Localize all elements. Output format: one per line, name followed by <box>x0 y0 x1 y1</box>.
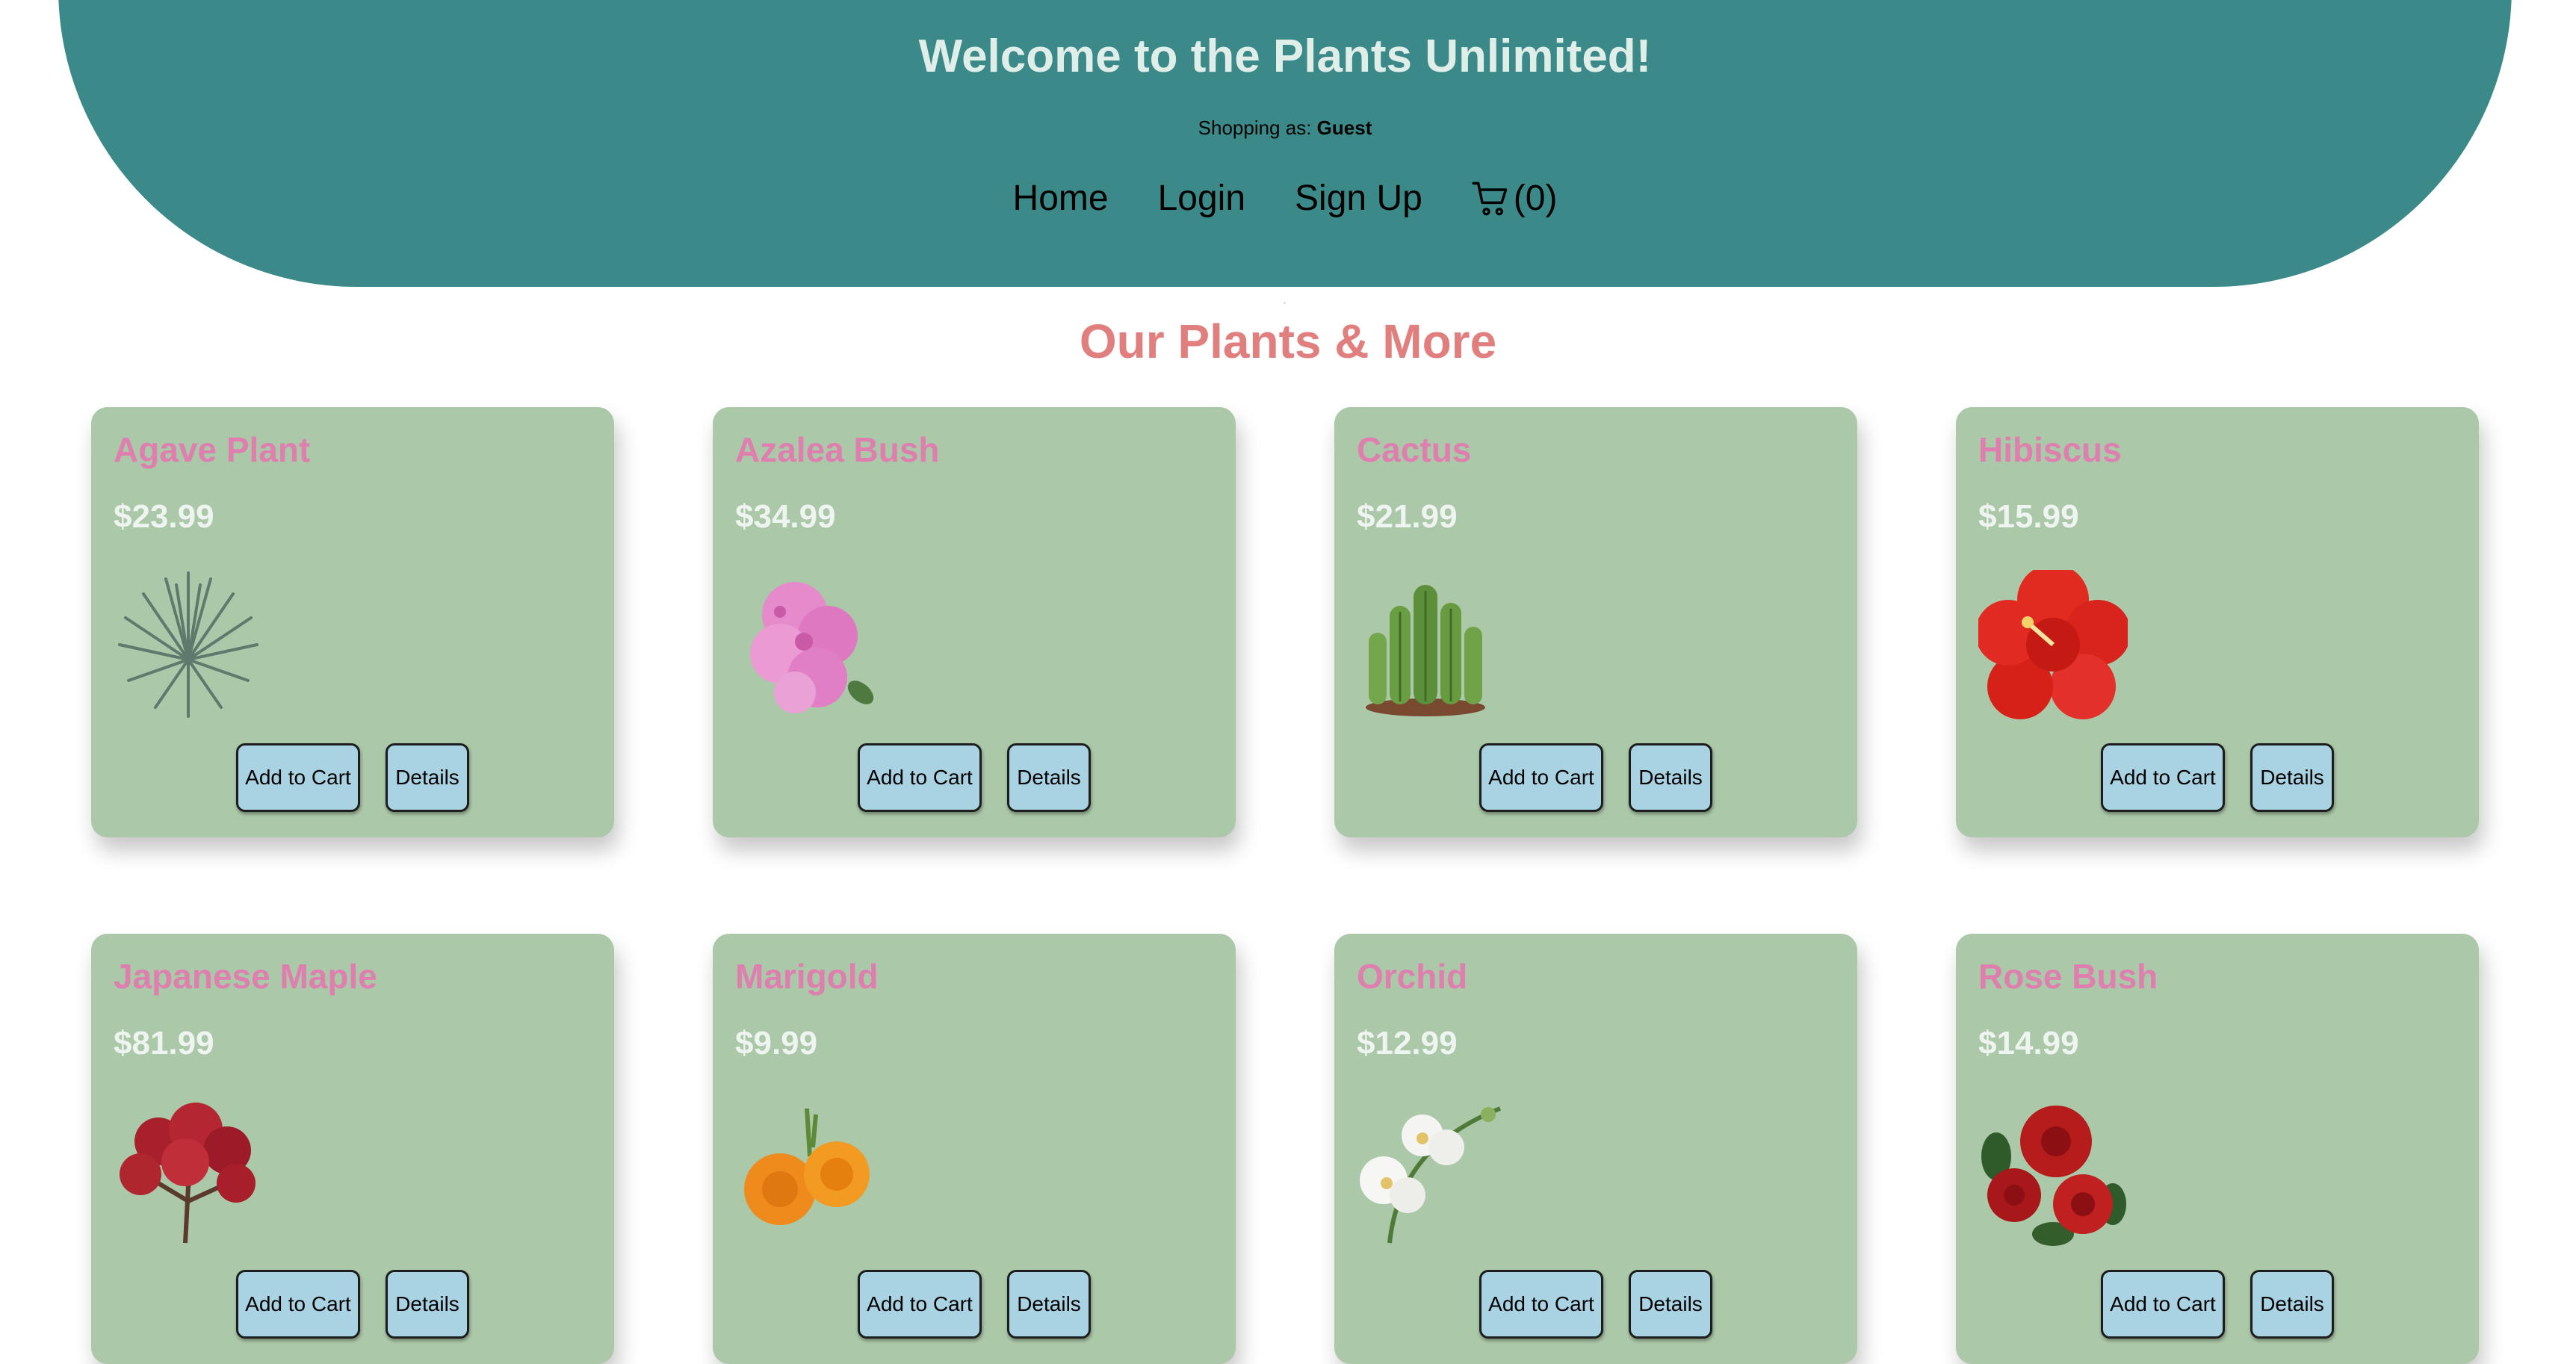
details-button[interactable]: Details <box>1629 743 1712 812</box>
product-card-orchid: Orchid $12.99 Add to Cart Details <box>1334 934 1857 1364</box>
hibiscus-image <box>1978 570 2128 719</box>
nav-login-link[interactable]: Login <box>1158 178 1245 219</box>
product-price: $15.99 <box>1978 498 2079 535</box>
product-name: Cactus <box>1357 430 1472 469</box>
add-to-cart-button[interactable]: Add to Cart <box>1479 1270 1603 1339</box>
add-to-cart-button[interactable]: Add to Cart <box>858 1270 982 1339</box>
product-card-japanese-maple: Japanese Maple $81.99 Add to Cart Detail… <box>91 934 614 1364</box>
product-name: Japanese Maple <box>114 957 377 996</box>
cart-count: (0) <box>1513 179 1558 218</box>
details-button[interactable]: Details <box>2250 743 2334 812</box>
shopping-user: Guest <box>1316 117 1372 139</box>
details-button[interactable]: Details <box>386 1270 469 1339</box>
product-price: $81.99 <box>114 1025 214 1061</box>
shopping-cart-icon <box>1472 182 1508 216</box>
shopping-as-text: Shopping as: Guest <box>58 117 2512 140</box>
site-header: Welcome to the Plants Unlimited! Shoppin… <box>58 0 2512 287</box>
details-button[interactable]: Details <box>1629 1270 1712 1339</box>
details-button[interactable]: Details <box>1007 743 1091 812</box>
add-to-cart-button[interactable]: Add to Cart <box>236 743 360 812</box>
nav-home-link[interactable]: Home <box>1013 178 1109 219</box>
azalea-bush-image <box>750 582 874 713</box>
product-price: $12.99 <box>1357 1025 1458 1061</box>
nav-signup-link[interactable]: Sign Up <box>1295 178 1422 219</box>
orchid-image <box>1360 1106 1502 1244</box>
product-name: Rose Bush <box>1978 957 2158 996</box>
product-card-marigold: Marigold $9.99 Add to Cart Details <box>713 934 1236 1364</box>
add-to-cart-button[interactable]: Add to Cart <box>236 1270 360 1339</box>
product-name: Marigold <box>735 957 879 996</box>
product-card-agave-plant: Agave Plant $23.99 Add to Cart Details <box>91 407 614 837</box>
main-nav: Home Login Sign Up (0) <box>58 178 2512 219</box>
agave-plant-image <box>118 571 258 718</box>
add-to-cart-button[interactable]: Add to Cart <box>1479 743 1603 812</box>
product-name: Azalea Bush <box>735 430 940 469</box>
details-button[interactable]: Details <box>2250 1270 2334 1339</box>
section-title: Our Plants & More <box>1079 314 1497 368</box>
product-price: $9.99 <box>735 1025 818 1061</box>
product-price: $34.99 <box>735 498 836 535</box>
add-to-cart-button[interactable]: Add to Cart <box>2101 743 2225 812</box>
cart-link[interactable]: (0) <box>1472 178 1558 219</box>
shopping-as-label: Shopping as: <box>1198 117 1312 139</box>
details-button[interactable]: Details <box>386 743 469 812</box>
japanese-maple-image <box>120 1103 256 1244</box>
product-name: Orchid <box>1357 957 1468 996</box>
add-to-cart-button[interactable]: Add to Cart <box>858 743 982 812</box>
header-divider-dot <box>1284 302 1286 304</box>
product-card-hibiscus: Hibiscus $15.99 Add to Cart Details <box>1956 407 2479 837</box>
product-name: Hibiscus <box>1978 430 2122 469</box>
add-to-cart-button[interactable]: Add to Cart <box>2101 1270 2225 1339</box>
product-card-rose-bush: Rose Bush $14.99 Add to Cart Details <box>1956 934 2479 1364</box>
product-name: Agave Plant <box>114 430 311 469</box>
product-card-cactus: Cactus $21.99 Add to Cart Details <box>1334 407 1857 837</box>
marigold-image <box>744 1108 870 1225</box>
cactus-image <box>1366 585 1485 716</box>
product-price: $21.99 <box>1357 498 1458 535</box>
rose-bush-image <box>1981 1106 2126 1246</box>
product-price: $14.99 <box>1978 1025 2079 1061</box>
details-button[interactable]: Details <box>1007 1270 1091 1339</box>
product-card-azalea-bush: Azalea Bush $34.99 Add to Cart Details <box>713 407 1236 837</box>
product-price: $23.99 <box>114 498 214 535</box>
site-title: Welcome to the Plants Unlimited! <box>918 31 1652 82</box>
